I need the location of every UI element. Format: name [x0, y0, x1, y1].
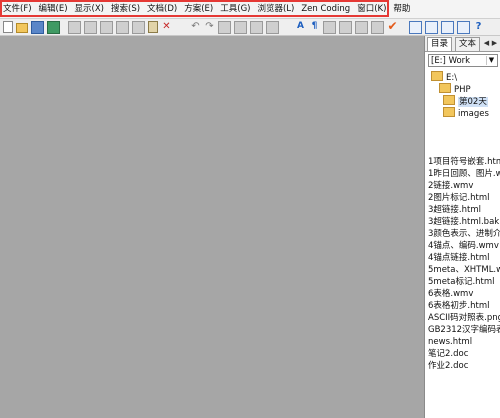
tree-item-label: E:\ — [446, 73, 458, 83]
spellcheck-icon[interactable]: ✔ — [387, 20, 398, 32]
list-item[interactable]: 5meta、XHTML.wmv — [428, 264, 500, 276]
list-item[interactable]: 2链接.wmv — [428, 180, 500, 192]
tree-item-label: PHP — [454, 85, 471, 95]
undo-icon[interactable]: ↶ — [190, 21, 201, 32]
toolbar-file-group — [3, 21, 60, 34]
window-cascade-icon[interactable] — [425, 21, 438, 34]
toolbar-window-group: ? — [409, 21, 484, 34]
list-item[interactable]: 笔记2.doc — [428, 348, 500, 360]
menu-view[interactable]: 显示(X) — [75, 3, 104, 15]
list-item[interactable]: 1昨日回顾、图片.wmv — [428, 168, 500, 180]
new-file-icon[interactable] — [3, 21, 13, 33]
list-item[interactable]: GB2312汉字编码表. — [428, 324, 500, 336]
menu-items: 文件(F) 编辑(E) 显示(X) 搜索(S) 文档(D) 方案(E) 工具(G… — [3, 3, 410, 15]
tab-text[interactable]: 文本 — [455, 37, 481, 51]
wrap-icon[interactable] — [266, 21, 279, 34]
list-item[interactable]: ASCII码对照表.png — [428, 312, 500, 324]
menu-tools[interactable]: 工具(G) — [220, 3, 250, 15]
font-icon[interactable]: A — [295, 21, 306, 32]
drive-select-value: [E:] Work — [431, 56, 471, 66]
tab-scroll-right-icon[interactable]: ▶ — [491, 38, 498, 48]
chevron-down-icon[interactable]: ▼ — [486, 56, 496, 65]
panel-tabs: 目录 文本 ◀ ▶ — [425, 36, 500, 52]
preview-icon[interactable] — [84, 21, 97, 34]
directory-panel: 目录 文本 ◀ ▶ [E:] Work ▼ E:\ PHP 第02天 image… — [424, 36, 500, 418]
tree-item-label: 第02天 — [458, 97, 488, 107]
help-icon[interactable]: ? — [473, 21, 484, 32]
align-left-icon[interactable] — [323, 21, 336, 34]
drive-select[interactable]: [E:] Work ▼ — [428, 54, 498, 67]
print-icon[interactable] — [68, 21, 81, 34]
delete-icon[interactable]: ✕ — [161, 21, 172, 32]
list-item[interactable]: 1项目符号嵌套.html — [428, 156, 500, 168]
tab-scroll-left-icon[interactable]: ◀ — [483, 38, 490, 48]
list-item[interactable]: 4锚点、编码.wmv — [428, 240, 500, 252]
replace-icon[interactable] — [116, 21, 129, 34]
list-item[interactable]: 5meta标记.html — [428, 276, 500, 288]
menu-scheme[interactable]: 方案(E) — [184, 3, 213, 15]
toolbar-edit-group: ✕ — [68, 21, 172, 34]
search-next-icon[interactable] — [234, 21, 247, 34]
editor-bottom-edge — [0, 410, 424, 418]
list-item[interactable]: 3超链接.html — [428, 204, 500, 216]
save-icon[interactable] — [31, 21, 44, 34]
menu-help[interactable]: 帮助 — [393, 3, 410, 15]
outdent-icon[interactable] — [371, 21, 384, 34]
list-item[interactable]: 3超链接.html.bak — [428, 216, 500, 228]
menu-bar: 文件(F) 编辑(E) 显示(X) 搜索(S) 文档(D) 方案(E) 工具(G… — [0, 0, 500, 19]
folder-open-icon — [443, 95, 455, 105]
folder-icon — [439, 83, 451, 93]
list-item[interactable]: 4锚点链接.html — [428, 252, 500, 264]
redo-icon[interactable]: ↷ — [204, 21, 215, 32]
find-icon[interactable] — [100, 21, 113, 34]
menu-browser[interactable]: 浏览器(L) — [257, 3, 294, 15]
tree-item-root[interactable]: E:\ — [431, 71, 457, 83]
goto-icon[interactable] — [250, 21, 263, 34]
list-item[interactable]: 3颜色表示、进制介绍 — [428, 228, 500, 240]
menu-file[interactable]: 文件(F) — [3, 3, 32, 15]
search-icon[interactable] — [218, 21, 231, 34]
list-item[interactable]: 6表格.wmv — [428, 288, 500, 300]
list-item[interactable]: 2图片标记.html — [428, 192, 500, 204]
toolbar-format-group: A ¶ ✔ — [295, 20, 398, 34]
paste-icon[interactable] — [148, 21, 158, 33]
tree-item-label: images — [458, 109, 489, 119]
list-item[interactable]: 6表格初步.html — [428, 300, 500, 312]
window-split-icon[interactable] — [457, 21, 470, 34]
editor-area[interactable] — [0, 36, 424, 418]
menu-search[interactable]: 搜索(S) — [111, 3, 140, 15]
paragraph-icon[interactable]: ¶ — [309, 21, 320, 32]
toolbar: ✕ ↶ ↷ A ¶ ✔ ? — [0, 19, 500, 36]
file-list: 1项目符号嵌套.html 1昨日回顾、图片.wmv 2链接.wmv 2图片标记.… — [425, 156, 500, 418]
menu-edit[interactable]: 编辑(E) — [39, 3, 68, 15]
folder-icon — [431, 71, 443, 81]
menu-zen-coding[interactable]: Zen Coding — [301, 3, 350, 15]
folder-icon — [443, 107, 455, 117]
window-panel-icon[interactable] — [441, 21, 454, 34]
tab-directory[interactable]: 目录 — [427, 37, 453, 51]
open-folder-icon[interactable] — [16, 23, 28, 33]
menu-window[interactable]: 窗口(K) — [357, 3, 386, 15]
tree-item-day02[interactable]: 第02天 — [443, 95, 488, 107]
tree-item-images[interactable]: images — [443, 107, 489, 119]
window-tile-icon[interactable] — [409, 21, 422, 34]
indent-icon[interactable] — [355, 21, 368, 34]
copy-icon[interactable] — [132, 21, 145, 34]
align-right-icon[interactable] — [339, 21, 352, 34]
menu-document[interactable]: 文档(D) — [147, 3, 177, 15]
list-item[interactable]: 作业2.doc — [428, 360, 500, 372]
save-all-icon[interactable] — [47, 21, 60, 34]
toolbar-undo-group: ↶ ↷ — [190, 21, 279, 34]
tree-item-php[interactable]: PHP — [439, 83, 471, 95]
list-item[interactable]: news.html — [428, 336, 500, 348]
